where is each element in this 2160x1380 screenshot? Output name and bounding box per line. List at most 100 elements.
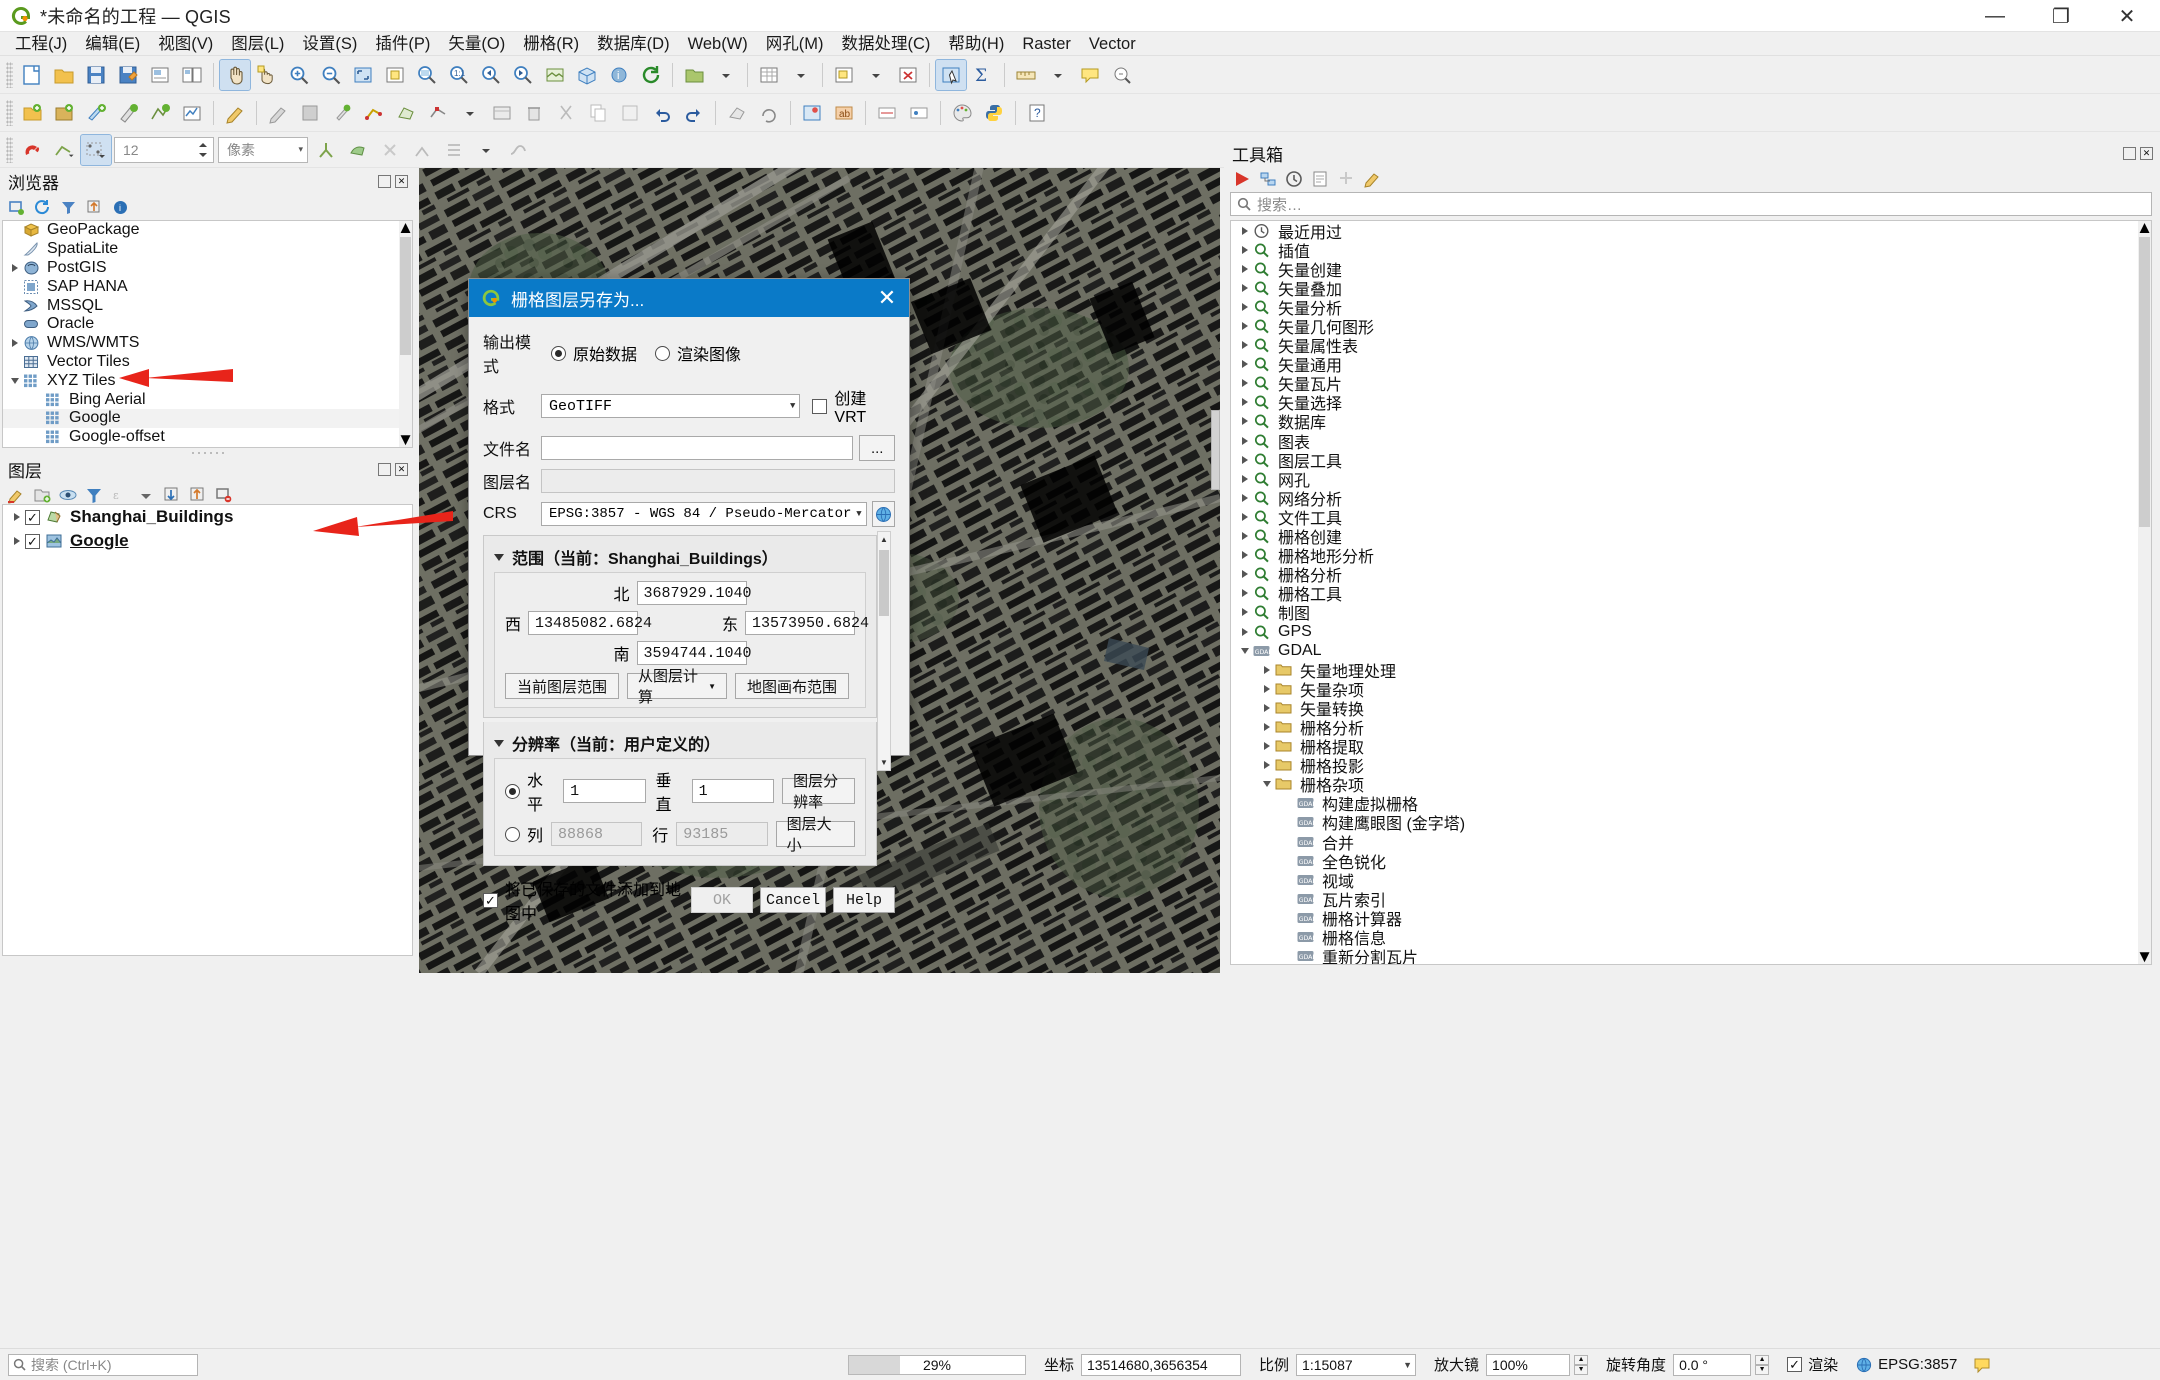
messages-icon[interactable] xyxy=(1973,1356,1991,1374)
enable-tracing-icon[interactable] xyxy=(503,135,533,165)
georeferencer-icon[interactable] xyxy=(797,98,827,128)
chevron-right-icon[interactable] xyxy=(1237,528,1253,544)
history-icon[interactable] xyxy=(1284,169,1304,189)
layer-visibility-checkbox[interactable] xyxy=(25,509,40,525)
measure-dropdown-icon[interactable] xyxy=(1043,60,1073,90)
toolbox-item-18[interactable]: 栅格分析 xyxy=(1231,565,2151,585)
filename-input[interactable] xyxy=(541,436,854,460)
menu-plugins[interactable]: 插件(P) xyxy=(366,32,439,56)
browser-item-bing-aerial[interactable]: Bing Aerial xyxy=(3,390,412,409)
extent-current-layer-button[interactable]: 当前图层范围 xyxy=(505,673,619,699)
toolbox-item-28[interactable]: 栅格投影 xyxy=(1231,756,2151,776)
map-tip-icon[interactable] xyxy=(1075,60,1105,90)
open-project-icon[interactable] xyxy=(49,60,79,90)
chevron-down-icon[interactable] xyxy=(7,373,23,389)
minimize-button[interactable]: — xyxy=(1962,0,2028,32)
save-project-as-icon[interactable] xyxy=(113,60,143,90)
chevron-right-icon[interactable] xyxy=(9,509,25,525)
menu-help[interactable]: 帮助(H) xyxy=(939,32,1013,56)
new-gpx-layer-icon[interactable] xyxy=(177,98,207,128)
browser-item-wms-wmts[interactable]: WMS/WMTS xyxy=(3,334,412,353)
new-mesh-layer-icon[interactable] xyxy=(145,98,175,128)
toolbox-item-8[interactable]: 矢量瓦片 xyxy=(1231,374,2151,394)
new-project-icon[interactable] xyxy=(17,60,47,90)
browser-item-google-offset[interactable]: Google-offset xyxy=(3,428,412,447)
resolution-horizontal-input[interactable]: 1 xyxy=(563,779,646,803)
collapse-all-icon[interactable] xyxy=(84,197,104,217)
scale-select[interactable]: 1:15087 ▼ xyxy=(1296,1353,1417,1376)
menu-project[interactable]: 工程(J) xyxy=(6,32,76,56)
render-checkbox[interactable] xyxy=(1787,1357,1803,1372)
toolbox-item-12[interactable]: 图层工具 xyxy=(1231,450,2151,471)
chevron-down-icon[interactable] xyxy=(1259,776,1275,792)
zoom-last-icon[interactable] xyxy=(476,60,506,90)
browser-float-icon[interactable] xyxy=(378,174,391,188)
style-dock-icon[interactable] xyxy=(947,98,977,128)
chevron-right-icon[interactable] xyxy=(1259,757,1275,773)
identify-features-icon[interactable] xyxy=(935,58,967,91)
coordinate-input[interactable]: 13514680,3656354 xyxy=(1081,1353,1242,1376)
menu-vector[interactable]: 矢量(O) xyxy=(439,32,514,56)
radio-rendered-image[interactable] xyxy=(655,345,671,361)
crs-select-button[interactable] xyxy=(871,501,895,527)
toolbox-item-9[interactable]: 矢量选择 xyxy=(1231,393,2151,413)
menu-raster[interactable]: 栅格(R) xyxy=(514,32,588,56)
chevron-right-icon[interactable] xyxy=(1237,585,1253,601)
zoom-to-selection-icon[interactable] xyxy=(380,60,410,90)
toolbox-item-5[interactable]: 矢量几何图形 xyxy=(1231,316,2151,337)
toolbox-item-1[interactable]: 插值 xyxy=(1231,240,2151,261)
remove-layer-icon[interactable] xyxy=(214,485,234,505)
chevron-right-icon[interactable] xyxy=(7,260,23,276)
layers-tree[interactable]: Shanghai_Buildings Google xyxy=(2,504,413,956)
toggle-editing-icon[interactable] xyxy=(220,98,250,128)
snapping-more-dropdown-icon[interactable] xyxy=(471,135,501,165)
menu-database[interactable]: 数据库(D) xyxy=(588,32,678,56)
snapping-type-icon[interactable] xyxy=(80,133,112,166)
new-print-layout-icon[interactable] xyxy=(145,60,175,90)
filename-browse-button[interactable]: ... xyxy=(859,435,895,461)
layers-float-icon[interactable] xyxy=(378,462,391,476)
output-mode-raw-option[interactable]: 原始数据 xyxy=(551,341,655,365)
table-dropdown-icon[interactable] xyxy=(786,60,816,90)
resolution-vertical-input[interactable]: 1 xyxy=(691,779,775,803)
chevron-right-icon[interactable] xyxy=(1237,471,1253,487)
select-features-icon[interactable] xyxy=(829,60,859,90)
new-geopackage-layer-icon[interactable] xyxy=(49,98,79,128)
help-button[interactable]: Help xyxy=(833,887,895,913)
statistics-icon[interactable]: Σ xyxy=(968,60,998,90)
statusbar-search-input[interactable]: 搜索 (Ctrl+K) xyxy=(8,1353,198,1376)
toolbox-item-10[interactable]: 数据库 xyxy=(1231,412,2151,432)
layername-input[interactable] xyxy=(541,469,895,493)
chevron-right-icon[interactable] xyxy=(1259,662,1275,678)
zoom-out-icon[interactable] xyxy=(316,60,346,90)
menu-view[interactable]: 视图(V) xyxy=(149,32,222,56)
scroll-up-icon[interactable]: ▲ xyxy=(397,221,412,237)
chevron-right-icon[interactable] xyxy=(1237,413,1253,429)
avoid-overlap-icon[interactable] xyxy=(343,135,373,165)
deselect-icon[interactable] xyxy=(893,60,923,90)
crs-select[interactable]: EPSG:3857 - WGS 84 / Pseudo-Mercator ▼ xyxy=(541,502,867,526)
toolbox-search-input[interactable]: 搜索… xyxy=(1230,192,2152,216)
chevron-right-icon[interactable] xyxy=(1237,509,1253,525)
snapping-options-icon[interactable] xyxy=(439,135,469,165)
layer-item-shanghai-buildings[interactable]: Shanghai_Buildings xyxy=(3,505,412,529)
menu-raster-en[interactable]: Raster xyxy=(1013,32,1080,56)
layer-resolution-button[interactable]: 图层分辨率 xyxy=(782,773,855,811)
map-tips-icon[interactable]: i xyxy=(604,60,634,90)
toolbox-item-38[interactable]: GDAL 重新分割瓦片 xyxy=(1231,947,2151,964)
toolbox-item-7[interactable]: 矢量通用 xyxy=(1231,355,2151,375)
style-manager-icon[interactable] xyxy=(6,485,26,505)
zoom-native-icon[interactable]: 1:1 xyxy=(444,60,474,90)
edit-model-icon[interactable] xyxy=(1258,169,1278,189)
snapping-mode-icon[interactable] xyxy=(49,135,79,165)
extent-calc-from-layer-button[interactable]: 从图层计算 ▼ xyxy=(627,668,727,706)
label-tool-icon[interactable]: ab xyxy=(829,98,859,128)
open-attribute-table-icon[interactable] xyxy=(754,60,784,90)
expression-filter-icon[interactable]: ε xyxy=(110,485,130,505)
browser-scroll-thumb[interactable] xyxy=(400,237,411,355)
toolbox-item-27[interactable]: 栅格提取 xyxy=(1231,737,2151,757)
vertex-tool-icon[interactable] xyxy=(423,98,453,128)
toolbox-item-14[interactable]: 网络分析 xyxy=(1231,488,2151,509)
toolbar-grip[interactable] xyxy=(6,61,13,88)
toolbox-item-24[interactable]: 矢量杂项 xyxy=(1231,679,2151,700)
